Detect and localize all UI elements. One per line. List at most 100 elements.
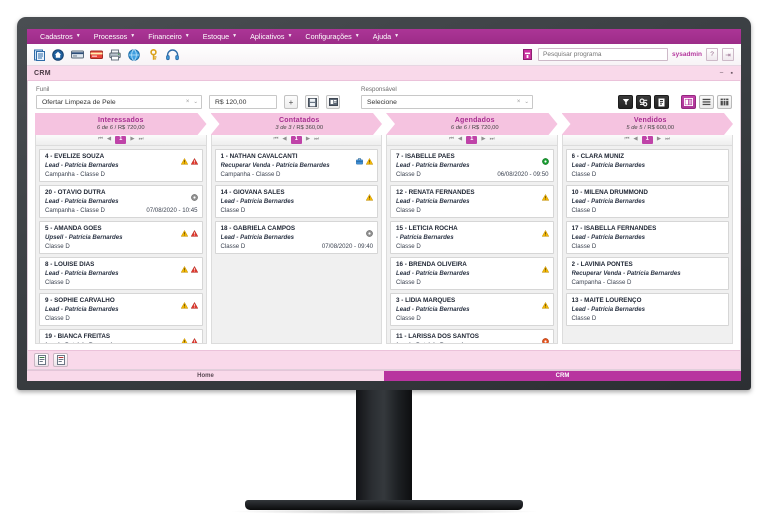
menu-item-financeiro[interactable]: Financeiro ▼ <box>143 30 196 43</box>
menu-item-ajuda[interactable]: Ajuda ▼ <box>368 30 405 43</box>
card-class: Classe D <box>220 207 246 214</box>
kanban-card[interactable]: 8 - LOUISE DIAS Lead - Patrícia Bernarde… <box>39 257 203 290</box>
crm-window-body: Funil Ofertar Limpeza de Pele × ⌄ R$ 120… <box>27 81 741 350</box>
icon-toolbar: sysadmin ? ⇥ <box>27 44 741 66</box>
export-pdf-button[interactable] <box>53 353 68 367</box>
card-footer: Campanha - Classe D <box>572 279 725 286</box>
kanban-card[interactable]: 20 - OTÁVIO DUTRA Lead - Patrícia Bernar… <box>39 185 203 218</box>
search-input[interactable] <box>538 48 668 61</box>
menu-item-configuracoes[interactable]: Configurações ▼ <box>300 30 365 43</box>
kanban-card[interactable]: 1 - NATHAN CAVALCANTI Recuperar Venda - … <box>214 149 378 182</box>
report-button[interactable] <box>654 95 669 109</box>
card-subtitle: Lead - Patrícia Bernardes <box>45 270 119 277</box>
clear-icon[interactable]: × <box>186 99 190 105</box>
pager-next-button[interactable]: ▶ <box>130 137 134 143</box>
pager-first-button[interactable]: ⏮ <box>449 137 454 143</box>
pager-prev-button[interactable]: ◀ <box>458 137 462 143</box>
pager-last-button[interactable]: ⏭ <box>665 137 670 143</box>
kanban-card[interactable]: 10 - MILENA DRUMMOND Lead - Patrícia Ber… <box>565 185 729 218</box>
taskbar-item-crm[interactable]: CRM <box>384 371 741 381</box>
pager-next-button[interactable]: ▶ <box>481 137 485 143</box>
warning-yellow-icon <box>541 189 549 201</box>
card-icons <box>541 297 549 309</box>
home-icon[interactable] <box>51 48 65 61</box>
menu-item-estoque[interactable]: Estoque ▼ <box>198 30 243 43</box>
kanban-card[interactable]: 3 - LÍDIA MARQUES Lead - Patrícia Bernar… <box>390 293 554 326</box>
pager-prev-button[interactable]: ◀ <box>282 137 286 143</box>
kanban-card[interactable]: 12 - RENATA FERNANDES Lead - Patrícia Be… <box>390 185 554 218</box>
funil-valor-input[interactable]: R$ 120,00 <box>209 95 277 109</box>
settings-button[interactable] <box>636 95 651 109</box>
kanban-card[interactable]: 7 - ISABELLE PAES Lead - Patrícia Bernar… <box>390 149 554 182</box>
card-title: 5 - AMANDA GOES <box>45 225 102 232</box>
pager-last-button[interactable]: ⏭ <box>139 137 144 143</box>
column-count: 6 de 6 <box>96 125 113 131</box>
add-funil-button[interactable]: + <box>284 95 298 109</box>
menu-item-aplicativos[interactable]: Aplicativos ▼ <box>245 30 298 43</box>
globe-icon[interactable] <box>127 48 141 61</box>
responsavel-select[interactable]: Selecione × ⌄ <box>361 95 533 109</box>
funil-list-button[interactable] <box>326 95 340 109</box>
kanban-card[interactable]: 4 - EVELIZE SOUZA Lead - Patrícia Bernar… <box>39 149 203 182</box>
card-footer: Classe D 06/08/2020 - 09:50 <box>396 171 549 178</box>
export-excel-button[interactable] <box>34 353 49 367</box>
pager-first-button[interactable]: ⏮ <box>624 137 629 143</box>
chevron-down-icon: ▼ <box>184 33 190 39</box>
pager-prev-button[interactable]: ◀ <box>633 137 637 143</box>
pager-last-button[interactable]: ⏭ <box>314 137 319 143</box>
list-view-button[interactable] <box>699 95 714 109</box>
pager-next-button[interactable]: ▶ <box>306 137 310 143</box>
taskbar-item-home[interactable]: Home <box>27 371 384 381</box>
key-icon[interactable] <box>146 48 160 61</box>
card-reader-icon[interactable] <box>70 48 84 61</box>
printer-icon[interactable] <box>108 48 122 61</box>
kanban-card[interactable]: 16 - BRENDA OLIVEIRA Lead - Patrícia Ber… <box>390 257 554 290</box>
card-class: Campanha - Classe D <box>45 171 105 178</box>
pager-next-button[interactable]: ▶ <box>657 137 661 143</box>
kanban-card[interactable]: 18 - GABRIELA CAMPOS Lead - Patrícia Ber… <box>214 221 378 254</box>
kanban-card[interactable]: 14 - GIOVANA SALES Lead - Patrícia Berna… <box>214 185 378 218</box>
minimize-button[interactable]: − <box>719 70 723 77</box>
pager-current-page[interactable]: 1 <box>115 136 127 144</box>
kanban-card[interactable]: 19 - BIANCA FREITAS Lead - Patrícia Bern… <box>39 329 203 343</box>
credit-card-icon[interactable] <box>89 48 103 61</box>
pager-prev-button[interactable]: ◀ <box>107 137 111 143</box>
menu-item-cadastros[interactable]: Cadastros ▼ <box>35 30 87 43</box>
grid-view-button[interactable] <box>717 95 732 109</box>
card-date: 07/08/2020 - 09:40 <box>321 243 373 250</box>
kanban-card[interactable]: 9 - SOPHIE CARVALHO Lead - Patrícia Bern… <box>39 293 203 326</box>
pager-first-button[interactable]: ⏮ <box>273 137 278 143</box>
warning-yellow-icon <box>365 153 374 165</box>
column-cards: 6 - CLARA MUNIZ Lead - Patrícia Bernarde… <box>561 146 733 344</box>
kanban-card[interactable]: 2 - LAVÍNIA PONTES Recuperar Venda - Pat… <box>565 257 729 290</box>
save-funil-button[interactable] <box>305 95 319 109</box>
kanban-card[interactable]: 17 - ISABELLA FERNANDES Lead - Patrícia … <box>565 221 729 254</box>
help-button[interactable]: ? <box>706 48 718 61</box>
funil-select[interactable]: Ofertar Limpeza de Pele × ⌄ <box>36 95 202 109</box>
documents-icon[interactable] <box>32 48 46 61</box>
pager-current-page[interactable]: 1 <box>290 136 302 144</box>
filter-button[interactable] <box>618 95 633 109</box>
support-headset-icon[interactable] <box>165 48 179 61</box>
kanban-card[interactable]: 15 - LETÍCIA ROCHA - Patrícia Bernardes … <box>390 221 554 254</box>
clear-icon[interactable]: × <box>517 99 521 105</box>
pager-first-button[interactable]: ⏮ <box>98 137 103 143</box>
app-launcher-icon[interactable] <box>520 48 534 61</box>
current-user-label: sysadmin <box>672 51 702 58</box>
column-summary: 3 de 3 / R$ 360,00 <box>275 125 323 131</box>
kanban-card[interactable]: 5 - AMANDA GOES Upsell - Patrícia Bernar… <box>39 221 203 254</box>
maximize-button[interactable]: ▪ <box>731 70 733 77</box>
card-footer: Campanha - Classe D <box>45 171 198 178</box>
pager-current-page[interactable]: 1 <box>466 136 478 144</box>
kanban-card[interactable]: 6 - CLARA MUNIZ Lead - Patrícia Bernarde… <box>565 149 729 182</box>
pager-last-button[interactable]: ⏭ <box>490 137 495 143</box>
pager-current-page[interactable]: 1 <box>641 136 653 144</box>
kanban-view-button[interactable] <box>681 95 696 109</box>
kanban-card[interactable]: 11 - LARISSA DOS SANTOS Lead - Patrícia … <box>390 329 554 343</box>
menu-item-processos[interactable]: Processos ▼ <box>89 30 142 43</box>
logout-button[interactable]: ⇥ <box>722 48 734 61</box>
column-header: Contatados 3 de 3 / R$ 360,00 <box>211 113 383 135</box>
card-subtitle: Lead - Patrícia Bernardes <box>571 234 646 241</box>
kanban-card[interactable]: 13 - MAITÊ LOURENÇO Lead - Patrícia Bern… <box>565 293 729 326</box>
column-total: R$ 600,00 <box>647 125 675 131</box>
